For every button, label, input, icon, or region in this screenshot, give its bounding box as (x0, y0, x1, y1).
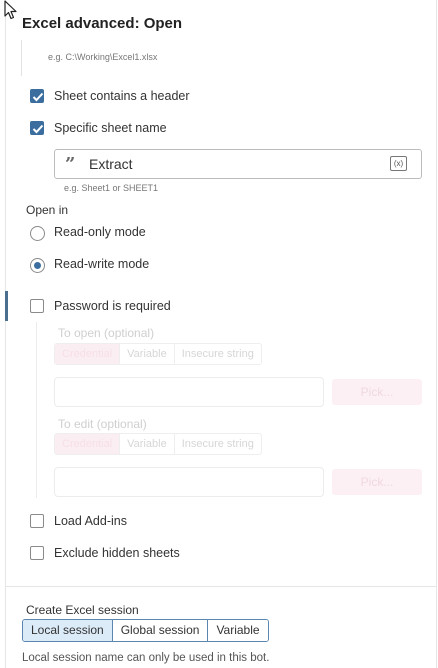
load-addins-checkbox[interactable] (30, 514, 44, 528)
read-only-radio[interactable] (30, 226, 45, 241)
checkmark-icon (32, 124, 44, 134)
to-edit-label: To edit (optional) (58, 417, 147, 431)
file-path-hint: e.g. C:\Working\Excel1.xlsx (48, 52, 158, 62)
to-open-input[interactable] (54, 377, 324, 407)
session-tab-local[interactable]: Local session (23, 620, 112, 641)
session-label: Create Excel session (26, 603, 139, 617)
exclude-hidden-checkbox[interactable] (30, 546, 44, 560)
to-open-pick-button[interactable]: Pick... (332, 379, 422, 405)
checkmark-icon (32, 92, 44, 102)
sheet-name-input[interactable]: ” Extract (x) (54, 149, 422, 179)
sheet-header-label: Sheet contains a header (54, 89, 190, 103)
open-in-label: Open in (26, 203, 69, 217)
panel-title: Excel advanced: Open (22, 15, 183, 32)
specific-sheet-checkbox[interactable] (30, 121, 44, 135)
quote-icon: ” (65, 154, 76, 175)
to-open-tab-variable[interactable]: Variable (119, 344, 174, 364)
read-only-label: Read-only mode (54, 225, 146, 239)
to-open-tab-insecure[interactable]: Insecure string (173, 344, 261, 364)
focus-indicator (5, 291, 8, 321)
session-type-selector[interactable]: Local session Global session Variable (22, 619, 269, 642)
to-edit-type-selector[interactable]: Credential Variable Insecure string (54, 433, 262, 455)
to-edit-tab-variable[interactable]: Variable (119, 434, 174, 454)
to-edit-pick-button[interactable]: Pick... (332, 469, 422, 495)
password-group-guide (36, 322, 37, 498)
read-write-radio[interactable] (30, 258, 45, 273)
file-field-guide (21, 40, 22, 76)
session-footnote: Local session name can only be used in t… (22, 652, 270, 664)
to-open-type-selector[interactable]: Credential Variable Insecure string (54, 343, 262, 365)
to-edit-input[interactable] (54, 467, 324, 497)
to-open-tab-credential[interactable]: Credential (55, 344, 120, 364)
mouse-cursor-icon (4, 0, 17, 20)
load-addins-label: Load Add-ins (54, 514, 127, 528)
session-tab-variable[interactable]: Variable (207, 620, 268, 641)
read-write-label: Read-write mode (54, 257, 150, 271)
panel-left-border (5, 0, 6, 668)
sheet-header-checkbox[interactable] (30, 89, 44, 103)
specific-sheet-label: Specific sheet name (54, 121, 167, 135)
password-required-checkbox[interactable] (30, 299, 44, 313)
sheet-name-value: Extract (89, 156, 133, 172)
to-open-label: To open (optional) (58, 326, 155, 340)
sheet-name-hint: e.g. Sheet1 or SHEET1 (64, 183, 159, 193)
exclude-hidden-label: Exclude hidden sheets (54, 546, 180, 560)
session-tab-global[interactable]: Global session (111, 620, 208, 641)
section-divider (6, 586, 436, 587)
password-required-label: Password is required (54, 299, 171, 313)
variable-icon[interactable]: (x) (390, 156, 407, 171)
to-edit-tab-credential[interactable]: Credential (55, 434, 120, 454)
panel-right-border (436, 0, 437, 668)
to-edit-tab-insecure[interactable]: Insecure string (173, 434, 261, 454)
